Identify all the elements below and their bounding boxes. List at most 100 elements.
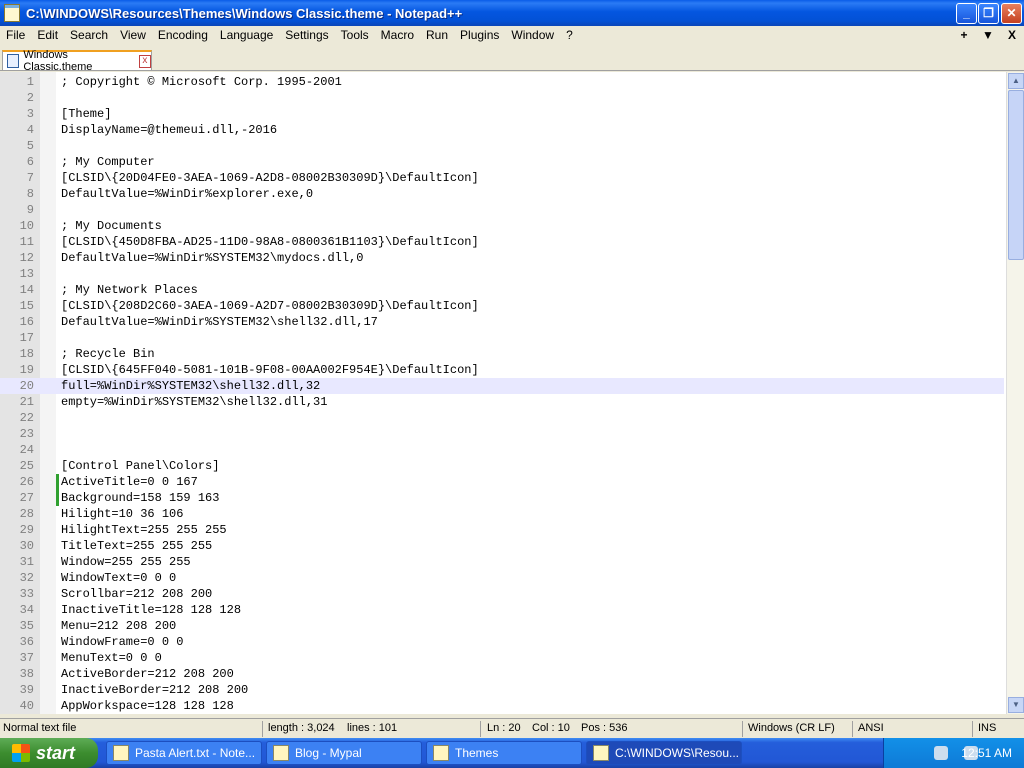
editor-line[interactable]: 24 (0, 442, 1004, 458)
taskbar-item-pasta-alert[interactable]: Pasta Alert.txt - Note... (106, 741, 262, 765)
tab-close-icon[interactable]: x (138, 54, 152, 68)
menu-plugins[interactable]: Plugins (454, 28, 505, 42)
line-text[interactable]: ActiveBorder=212 208 200 (61, 666, 234, 682)
menu-run[interactable]: Run (420, 28, 454, 42)
editor-line[interactable]: 8 DefaultValue=%WinDir%explorer.exe,0 (0, 186, 1004, 202)
taskbar-item-themes[interactable]: Themes (426, 741, 582, 765)
clock[interactable]: 12:51 AM (961, 746, 1012, 760)
menu-file[interactable]: File (0, 28, 31, 42)
editor-line[interactable]: 27 Background=158 159 163 (0, 490, 1004, 506)
line-text[interactable]: empty=%WinDir%SYSTEM32\shell32.dll,31 (61, 394, 327, 410)
line-text[interactable]: Hilight=10 36 106 (61, 506, 183, 522)
editor-line[interactable]: 14 ; My Network Places (0, 282, 1004, 298)
editor-line[interactable]: 2 (0, 90, 1004, 106)
editor-line[interactable]: 38 ActiveBorder=212 208 200 (0, 666, 1004, 682)
editor-line[interactable]: 13 (0, 266, 1004, 282)
taskbar-item-blog-mypal[interactable]: Blog - Mypal (266, 741, 422, 765)
line-text[interactable]: InactiveTitle=128 128 128 (61, 602, 241, 618)
editor-line[interactable]: 3 [Theme] (0, 106, 1004, 122)
close-button[interactable]: ✕ (1001, 3, 1022, 24)
menu-view[interactable]: View (114, 28, 152, 42)
line-text[interactable]: ; Recycle Bin (61, 346, 155, 362)
editor-line[interactable]: 33 Scrollbar=212 208 200 (0, 586, 1004, 602)
editor-line[interactable]: 29 HilightText=255 255 255 (0, 522, 1004, 538)
menu-settings[interactable]: Settings (279, 28, 334, 42)
editor-line[interactable]: 39 InactiveBorder=212 208 200 (0, 682, 1004, 698)
line-text[interactable]: [CLSID\{20D04FE0-3AEA-1069-A2D8-08002B30… (61, 170, 479, 186)
editor-line[interactable]: 34 InactiveTitle=128 128 128 (0, 602, 1004, 618)
editor-line[interactable]: 9 (0, 202, 1004, 218)
line-text[interactable]: Background=158 159 163 (61, 490, 219, 506)
restore-button[interactable]: ❐ (978, 3, 999, 24)
menu-search[interactable]: Search (64, 28, 114, 42)
editor-line[interactable]: 12 DefaultValue=%WinDir%SYSTEM32\mydocs.d… (0, 250, 1004, 266)
editor-line[interactable]: 31 Window=255 255 255 (0, 554, 1004, 570)
editor-line[interactable]: 5 (0, 138, 1004, 154)
editor-line[interactable]: 26 ActiveTitle=0 0 167 (0, 474, 1004, 490)
start-button[interactable]: start (0, 738, 98, 768)
editor-line[interactable]: 4 DisplayName=@themeui.dll,-2016 (0, 122, 1004, 138)
editor-line[interactable]: 20 full=%WinDir%SYSTEM32\shell32.dll,32 (0, 378, 1004, 394)
new-tab-plus-icon[interactable]: + (952, 28, 976, 42)
line-text[interactable]: DefaultValue=%WinDir%SYSTEM32\shell32.dl… (61, 314, 378, 330)
line-text[interactable]: DefaultValue=%WinDir%explorer.exe,0 (61, 186, 313, 202)
editor-line[interactable]: 32 WindowText=0 0 0 (0, 570, 1004, 586)
menu-macro[interactable]: Macro (375, 28, 420, 42)
menu-tools[interactable]: Tools (335, 28, 375, 42)
line-text[interactable]: [CLSID\{208D2C60-3AEA-1069-A2D7-08002B30… (61, 298, 479, 314)
line-text[interactable]: [Control Panel\Colors] (61, 458, 219, 474)
editor-line[interactable]: 28 Hilight=10 36 106 (0, 506, 1004, 522)
line-text[interactable]: MenuText=0 0 0 (61, 650, 162, 666)
close-document-icon[interactable]: X (1000, 28, 1024, 42)
line-text[interactable]: DefaultValue=%WinDir%SYSTEM32\mydocs.dll… (61, 250, 363, 266)
line-text[interactable]: [CLSID\{645FF040-5081-101B-9F08-00AA002F… (61, 362, 479, 378)
menu-language[interactable]: Language (214, 28, 279, 42)
line-text[interactable]: WindowFrame=0 0 0 (61, 634, 183, 650)
editor-line[interactable]: 11 [CLSID\{450D8FBA-AD25-11D0-98A8-080036… (0, 234, 1004, 250)
line-text[interactable]: DisplayName=@themeui.dll,-2016 (61, 122, 277, 138)
editor-line[interactable]: 37 MenuText=0 0 0 (0, 650, 1004, 666)
tab-list-dropdown-icon[interactable]: ▼ (976, 28, 1000, 42)
line-text[interactable]: ; My Computer (61, 154, 155, 170)
text-editor[interactable]: 1 ; Copyright © Microsoft Corp. 1995-2001… (0, 72, 1024, 714)
scroll-up-icon[interactable]: ▲ (1008, 73, 1024, 89)
scroll-down-icon[interactable]: ▼ (1008, 697, 1024, 713)
editor-line[interactable]: 6 ; My Computer (0, 154, 1004, 170)
editor-line[interactable]: 7 [CLSID\{20D04FE0-3AEA-1069-A2D8-08002B3… (0, 170, 1004, 186)
line-text[interactable]: ActiveTitle=0 0 167 (61, 474, 198, 490)
line-text[interactable]: ; My Documents (61, 218, 162, 234)
editor-line[interactable]: 22 (0, 410, 1004, 426)
editor-line[interactable]: 40 AppWorkspace=128 128 128 (0, 698, 1004, 714)
line-text[interactable]: Scrollbar=212 208 200 (61, 586, 212, 602)
taskbar-item-notepadpp[interactable]: C:\WINDOWS\Resou... (586, 741, 742, 765)
menu-encoding[interactable]: Encoding (152, 28, 214, 42)
editor-line[interactable]: 10 ; My Documents (0, 218, 1004, 234)
menu-edit[interactable]: Edit (31, 28, 64, 42)
editor-line[interactable]: 23 (0, 426, 1004, 442)
line-text[interactable]: WindowText=0 0 0 (61, 570, 176, 586)
title-bar[interactable]: C:\WINDOWS\Resources\Themes\Windows Clas… (0, 0, 1024, 26)
status-insert-mode[interactable]: INS (978, 722, 996, 734)
editor-line[interactable]: 15 [CLSID\{208D2C60-3AEA-1069-A2D7-08002B… (0, 298, 1004, 314)
line-text[interactable]: AppWorkspace=128 128 128 (61, 698, 234, 714)
line-text[interactable]: full=%WinDir%SYSTEM32\shell32.dll,32 (61, 378, 320, 394)
line-text[interactable]: Window=255 255 255 (61, 554, 191, 570)
editor-line[interactable]: 17 (0, 330, 1004, 346)
keyboard-icon[interactable] (934, 746, 948, 760)
editor-line[interactable]: 16 DefaultValue=%WinDir%SYSTEM32\shell32.… (0, 314, 1004, 330)
line-text[interactable]: Menu=212 208 200 (61, 618, 176, 634)
status-eol[interactable]: Windows (CR LF) (748, 722, 835, 734)
editor-line[interactable]: 1 ; Copyright © Microsoft Corp. 1995-2001 (0, 74, 1004, 90)
line-text[interactable]: ; My Network Places (61, 282, 198, 298)
status-encoding[interactable]: ANSI (858, 722, 884, 734)
line-text[interactable]: [CLSID\{450D8FBA-AD25-11D0-98A8-0800361B… (61, 234, 479, 250)
vertical-scrollbar[interactable]: ▲ ▼ (1006, 72, 1024, 714)
editor-line[interactable]: 35 Menu=212 208 200 (0, 618, 1004, 634)
line-text[interactable]: InactiveBorder=212 208 200 (61, 682, 248, 698)
editor-line[interactable]: 19 [CLSID\{645FF040-5081-101B-9F08-00AA00… (0, 362, 1004, 378)
menu-window[interactable]: Window (505, 28, 560, 42)
tab-windows-classic-theme[interactable]: Windows Classic.theme x (2, 49, 152, 73)
line-text[interactable]: ; Copyright © Microsoft Corp. 1995-2001 (61, 74, 342, 90)
menu-help[interactable]: ? (560, 28, 579, 42)
line-text[interactable]: [Theme] (61, 106, 111, 122)
